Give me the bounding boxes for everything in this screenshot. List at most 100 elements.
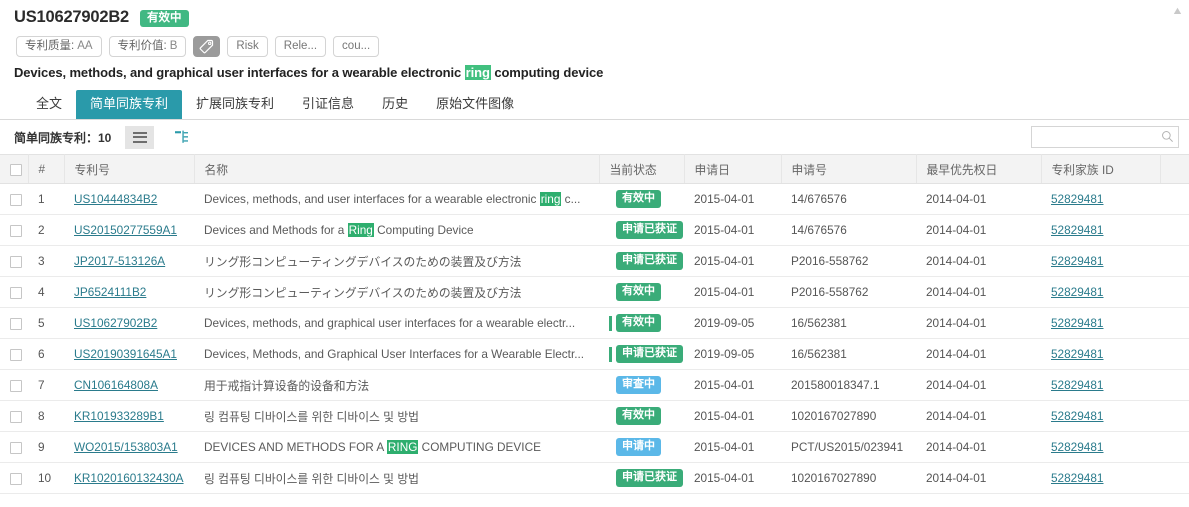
row-checkbox[interactable] (10, 318, 22, 330)
row-application-number: 201580018347.1 (781, 370, 916, 401)
patent-number-link[interactable]: KR1020160132430A (74, 471, 184, 485)
row-index: 9 (28, 432, 64, 463)
patent-number-link[interactable]: US20190391645A1 (74, 347, 177, 361)
row-checkbox[interactable] (10, 194, 22, 206)
header-app-no[interactable]: 申请号 (781, 155, 916, 184)
row-index: 7 (28, 370, 64, 401)
tree-view-icon (174, 129, 190, 145)
tag-chip[interactable] (193, 36, 220, 57)
header-priority-date[interactable]: 最早优先权日 (916, 155, 1041, 184)
patent-quality-value: AA (77, 41, 92, 53)
table-row[interactable]: 4JP6524111B2リング形コンピューティングデバイスのための装置及び方法有… (0, 277, 1189, 308)
row-application-number: 16/562381 (781, 308, 916, 339)
tab-original-images[interactable]: 原始文件图像 (422, 90, 528, 119)
family-id-link[interactable]: 52829481 (1051, 285, 1104, 299)
row-family-id-cell: 52829481 (1041, 246, 1160, 277)
table-row[interactable]: 7CN106164808A用于戒指计算设备的设备和方法审查中2015-04-01… (0, 370, 1189, 401)
patent-number-link[interactable]: US10627902B2 (74, 316, 157, 330)
patent-title-pre: リング形コンピューティングデバイスのための装置及び方法 (204, 255, 521, 269)
table-row[interactable]: 10KR1020160132430A링 컴퓨팅 디바이스를 위한 디바이스 및 … (0, 463, 1189, 494)
row-checkbox[interactable] (10, 411, 22, 423)
select-all-checkbox[interactable] (10, 164, 22, 176)
table-row[interactable]: 2US20150277559A1Devices and Methods for … (0, 215, 1189, 246)
patent-title-pre: 用于戒指计算设备的设备和方法 (204, 379, 369, 393)
header-name[interactable]: 名称 (194, 155, 599, 184)
row-checkbox-cell (0, 277, 28, 308)
count-chip[interactable]: cou... (333, 36, 379, 57)
row-patent-no-cell: US20150277559A1 (64, 215, 194, 246)
family-id-link[interactable]: 52829481 (1051, 223, 1104, 237)
row-checkbox[interactable] (10, 287, 22, 299)
relevance-chip[interactable]: Rele... (275, 36, 326, 57)
tab-extended-family[interactable]: 扩展同族专利 (182, 90, 288, 119)
tab-citations[interactable]: 引证信息 (288, 90, 368, 119)
patent-number-link[interactable]: KR101933289B1 (74, 409, 164, 423)
header-app-date[interactable]: 申请日 (684, 155, 781, 184)
patent-number-link[interactable]: US20150277559A1 (74, 223, 177, 237)
row-application-date: 2019-09-05 (684, 308, 781, 339)
tab-history[interactable]: 历史 (368, 90, 422, 119)
table-row[interactable]: 1US10444834B2Devices, methods, and user … (0, 184, 1189, 215)
patent-title-pre: Devices, methods, and user interfaces fo… (204, 192, 540, 206)
table-body: 1US10444834B2Devices, methods, and user … (0, 184, 1189, 494)
table-row[interactable]: 8KR101933289B1링 컴퓨팅 디바이스를 위한 디바이스 및 방법有效… (0, 401, 1189, 432)
list-toolbar: 简单同族专利：10 (0, 120, 1189, 154)
table-row[interactable]: 6US20190391645A1Devices, Methods, and Gr… (0, 339, 1189, 370)
row-checkbox[interactable] (10, 225, 22, 237)
status-badge: 有效中 (616, 190, 661, 207)
family-id-link[interactable]: 52829481 (1051, 409, 1104, 423)
row-spacer (1160, 370, 1189, 401)
patent-number-link[interactable]: US10444834B2 (74, 192, 157, 206)
risk-chip[interactable]: Risk (227, 36, 267, 57)
table-row[interactable]: 9 WO2015/153803A1 DEVICES AND METHODS FOR … (0, 432, 1189, 463)
patent-number-link[interactable]: JP2017-513126A (74, 254, 165, 268)
family-id-link[interactable]: 52829481 (1051, 440, 1104, 454)
row-status-cell: 有效中 (599, 401, 684, 432)
row-priority-date: 2014-04-01 (916, 184, 1041, 215)
row-application-number: 14/676576 (781, 215, 916, 246)
header-family-id[interactable]: 专利家族 ID (1041, 155, 1160, 184)
patent-title-pre: DEVICES AND METHODS FOR A (204, 440, 387, 454)
current-record-marker (609, 347, 612, 362)
family-id-link[interactable]: 52829481 (1051, 471, 1104, 485)
family-id-link[interactable]: 52829481 (1051, 254, 1104, 268)
row-checkbox[interactable] (10, 442, 22, 454)
search-input[interactable] (1031, 126, 1179, 148)
status-badge: 审查中 (616, 376, 661, 393)
family-id-link[interactable]: 52829481 (1051, 347, 1104, 361)
patent-number-link[interactable]: JP6524111B2 (74, 285, 146, 299)
row-checkbox-cell (0, 401, 28, 432)
status-badge: 有效中 (140, 10, 189, 28)
tree-view-button[interactable] (172, 127, 192, 147)
status-badge: 有效中 (616, 314, 661, 331)
patent-quality-chip[interactable]: 专利质量: AA (16, 36, 102, 57)
header-status[interactable]: 当前状态 (599, 155, 684, 184)
family-id-link[interactable]: 52829481 (1051, 192, 1104, 206)
row-application-number: 1020167027890 (781, 463, 916, 494)
row-status-cell: 申请已获证 (599, 246, 684, 277)
family-id-link[interactable]: 52829481 (1051, 378, 1104, 392)
row-checkbox[interactable] (10, 349, 22, 361)
header-patent-no[interactable]: 专利号 (64, 155, 194, 184)
tab-simple-family[interactable]: 简单同族专利 (76, 90, 182, 119)
patent-value-chip[interactable]: 专利价值: B (109, 36, 187, 57)
patent-title-text: Devices, methods, and user interfaces fo… (204, 192, 599, 206)
status-wrapper: 有效中 (609, 407, 684, 424)
row-checkbox[interactable] (10, 473, 22, 485)
patent-number-link[interactable]: WO2015/153803A1 (74, 440, 178, 454)
row-checkbox[interactable] (10, 256, 22, 268)
patent-number-link[interactable]: CN106164808A (74, 378, 158, 392)
patent-header: US10627902B2 有效中 (0, 0, 1189, 28)
patent-title-pre: Devices, methods, and graphical user int… (204, 316, 575, 330)
header-index[interactable]: # (28, 155, 64, 184)
row-checkbox[interactable] (10, 380, 22, 392)
tab-fulltext[interactable]: 全文 (22, 90, 76, 119)
list-view-button[interactable] (125, 126, 154, 149)
family-id-link[interactable]: 52829481 (1051, 316, 1104, 330)
table-row[interactable]: 5 US10627902B2 Devices, methods, and graph… (0, 308, 1189, 339)
row-checkbox-cell (0, 370, 28, 401)
row-application-number: 14/676576 (781, 184, 916, 215)
patent-title-text: 링 컴퓨팅 디바이스를 위한 디바이스 및 방법 (204, 408, 599, 425)
table-row[interactable]: 3JP2017-513126Aリング形コンピューティングデバイスのための装置及び… (0, 246, 1189, 277)
row-index: 5 (28, 308, 64, 339)
